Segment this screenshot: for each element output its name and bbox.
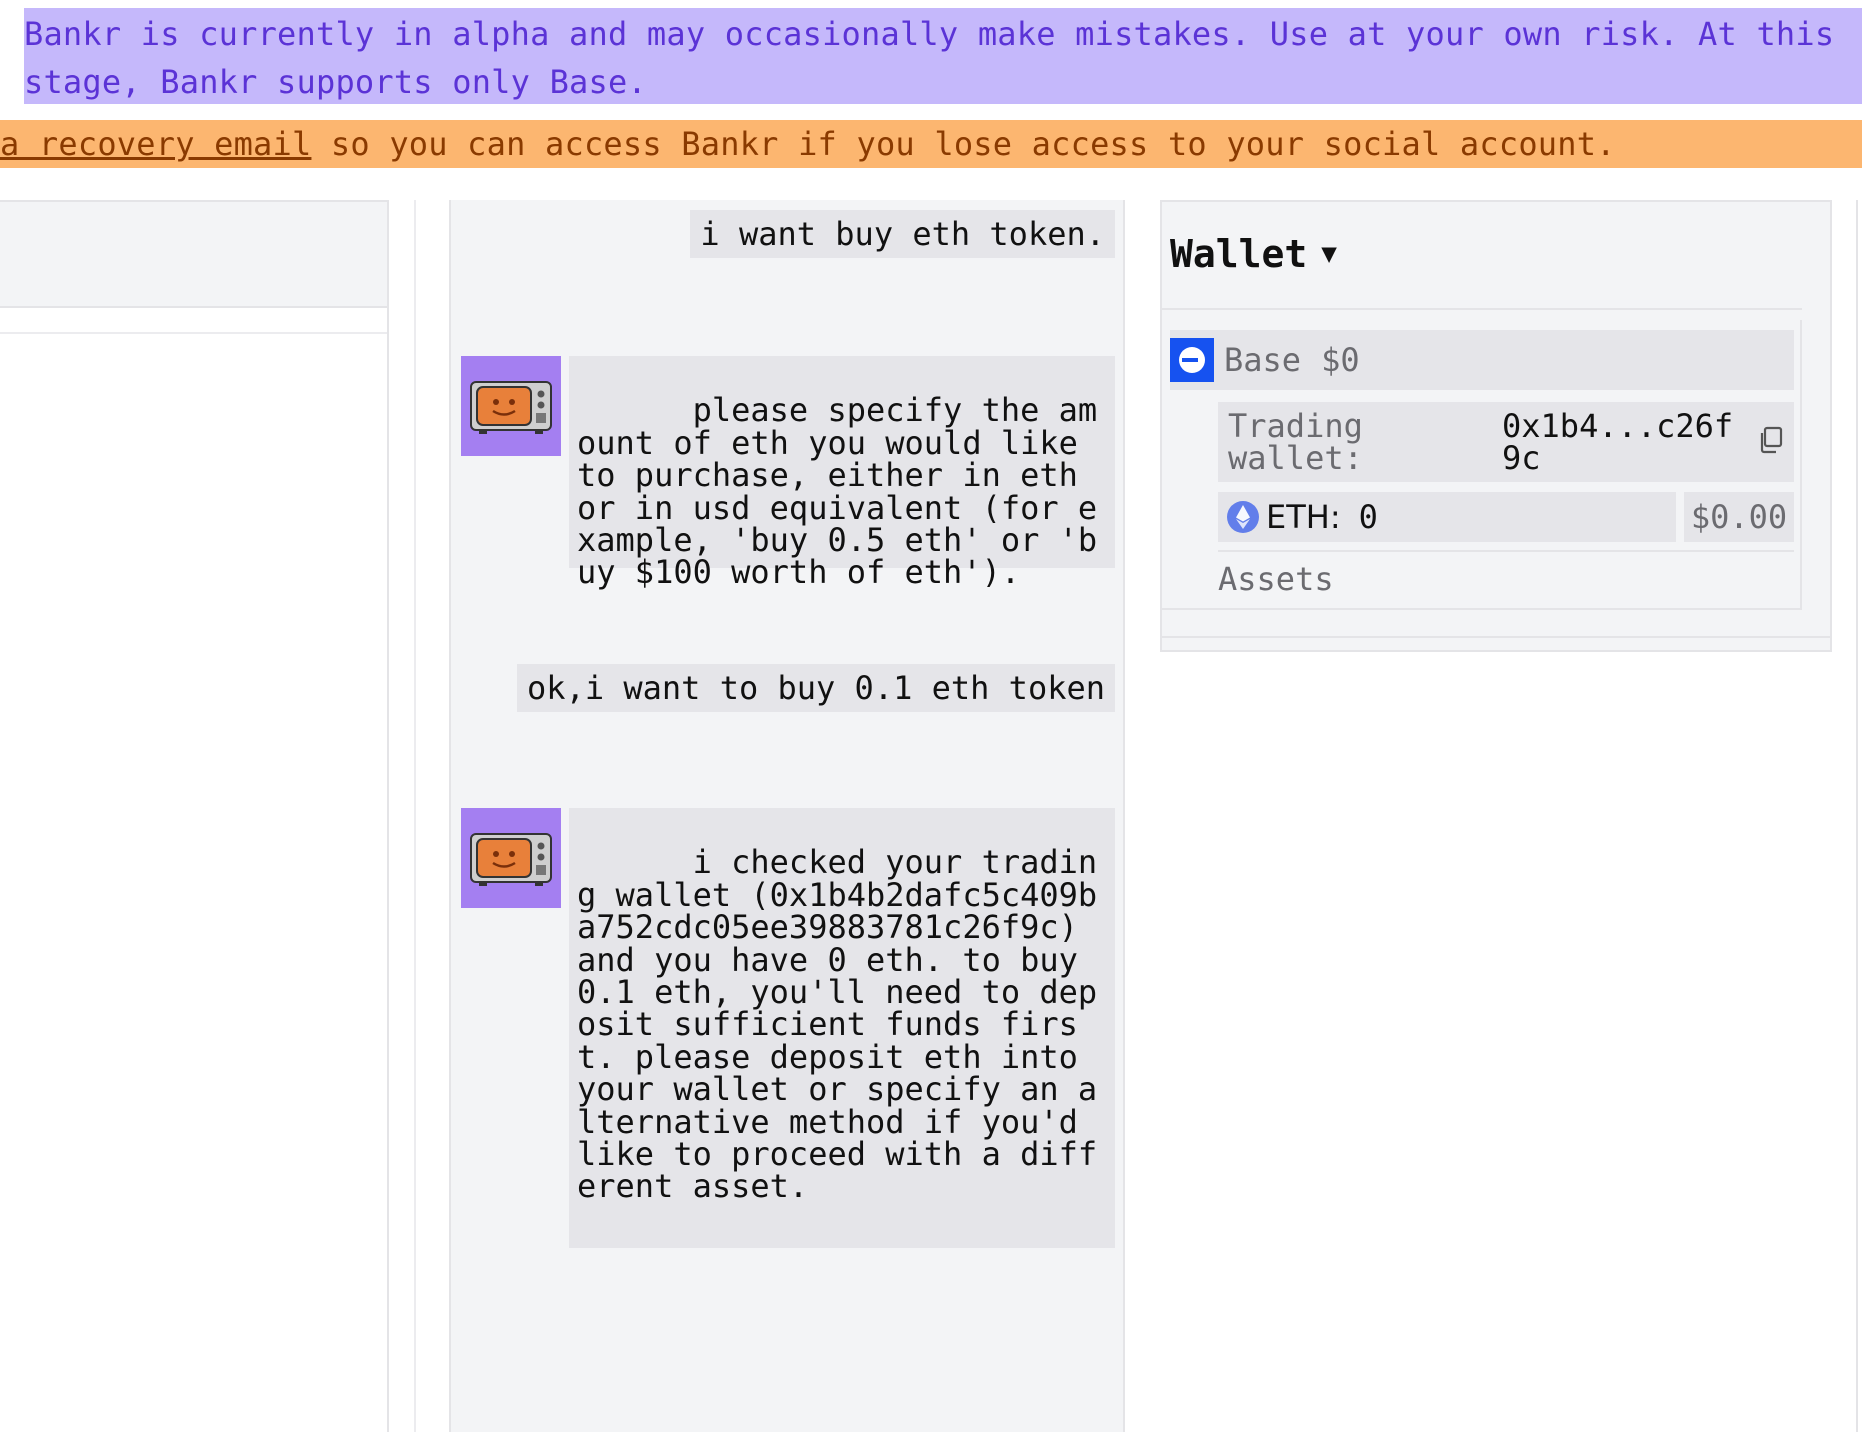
tv-robot-icon — [470, 381, 552, 434]
left-sidebar — [0, 200, 389, 1432]
chat-panel: i want buy eth token. please specify the… — [449, 200, 1125, 1432]
wallet-contents-box: Base $0 Trading wallet: 0x1b4...c26f 9c — [1162, 320, 1802, 610]
left-sidebar-subheader — [0, 308, 387, 334]
trading-wallet-address: 0x1b4...c26f 9c — [1502, 407, 1734, 477]
recovery-banner-text: so you can access Bankr if you lose acce… — [311, 125, 1616, 163]
recovery-email-link[interactable]: a recovery email — [0, 125, 311, 163]
alpha-warning-text: Bankr is currently in alpha and may occa… — [24, 15, 1835, 101]
wallet-title: Wallet — [1170, 232, 1308, 276]
user-message: ok,i want to buy 0.1 eth token — [517, 664, 1115, 712]
copy-icon[interactable] — [1758, 426, 1784, 459]
eth-usd-text: $0.00 — [1690, 498, 1788, 536]
trading-wallet-label: Trading wallet: — [1228, 407, 1363, 477]
wallet-contents: Base $0 Trading wallet: 0x1b4...c26f 9c — [1162, 308, 1802, 610]
user-message-text: i want buy eth token. — [700, 215, 1105, 253]
eth-amount: 0 — [1358, 498, 1378, 536]
left-sidebar-header — [0, 200, 387, 308]
right-edge-border — [1856, 200, 1858, 1432]
eth-balance-row: ETH: 0 $0.00 — [1218, 492, 1794, 542]
trading-wallet-row: Trading wallet: 0x1b4...c26f 9c — [1218, 402, 1794, 482]
bot-avatar — [461, 808, 561, 908]
wallet-bottom-border — [1162, 636, 1830, 638]
bot-avatar — [461, 356, 561, 456]
bot-message-text: please specify the amount of eth you wou… — [577, 391, 1098, 592]
column-divider — [414, 200, 416, 1432]
tv-robot-icon — [470, 833, 552, 886]
user-message: i want buy eth token. — [690, 210, 1115, 258]
wallet-dropdown-toggle[interactable]: Wallet ▼ — [1170, 232, 1337, 276]
eth-balance: ETH: 0 — [1218, 492, 1676, 542]
eth-usd-value: $0.00 — [1684, 492, 1794, 542]
bot-message-bubble: i checked your trading wallet (0x1b4b2da… — [569, 808, 1115, 1248]
network-row[interactable]: Base $0 — [1170, 330, 1794, 390]
assets-heading: Assets — [1218, 560, 1334, 598]
alpha-warning-banner: Bankr is currently in alpha and may occa… — [24, 8, 1862, 104]
bot-message: i checked your trading wallet (0x1b4b2da… — [461, 808, 1115, 1248]
user-message-text: ok,i want to buy 0.1 eth token — [527, 669, 1105, 707]
bot-message-text: i checked your trading wallet (0x1b4b2da… — [577, 843, 1098, 1206]
bot-message: please specify the amount of eth you wou… — [461, 356, 1115, 589]
caret-down-icon: ▼ — [1321, 239, 1337, 269]
ethereum-icon — [1227, 501, 1259, 533]
assets-divider — [1218, 550, 1794, 552]
network-balance: $0 — [1321, 341, 1360, 379]
recovery-email-banner: a recovery email so you can access Bankr… — [0, 120, 1862, 168]
base-network-icon — [1170, 338, 1214, 382]
bot-message-bubble: please specify the amount of eth you wou… — [569, 356, 1115, 589]
network-name: Base — [1224, 341, 1302, 379]
wallet-panel: Wallet ▼ Base $0 Trading wallet: 0x1b4..… — [1160, 200, 1832, 652]
eth-label: ETH: — [1266, 498, 1341, 536]
